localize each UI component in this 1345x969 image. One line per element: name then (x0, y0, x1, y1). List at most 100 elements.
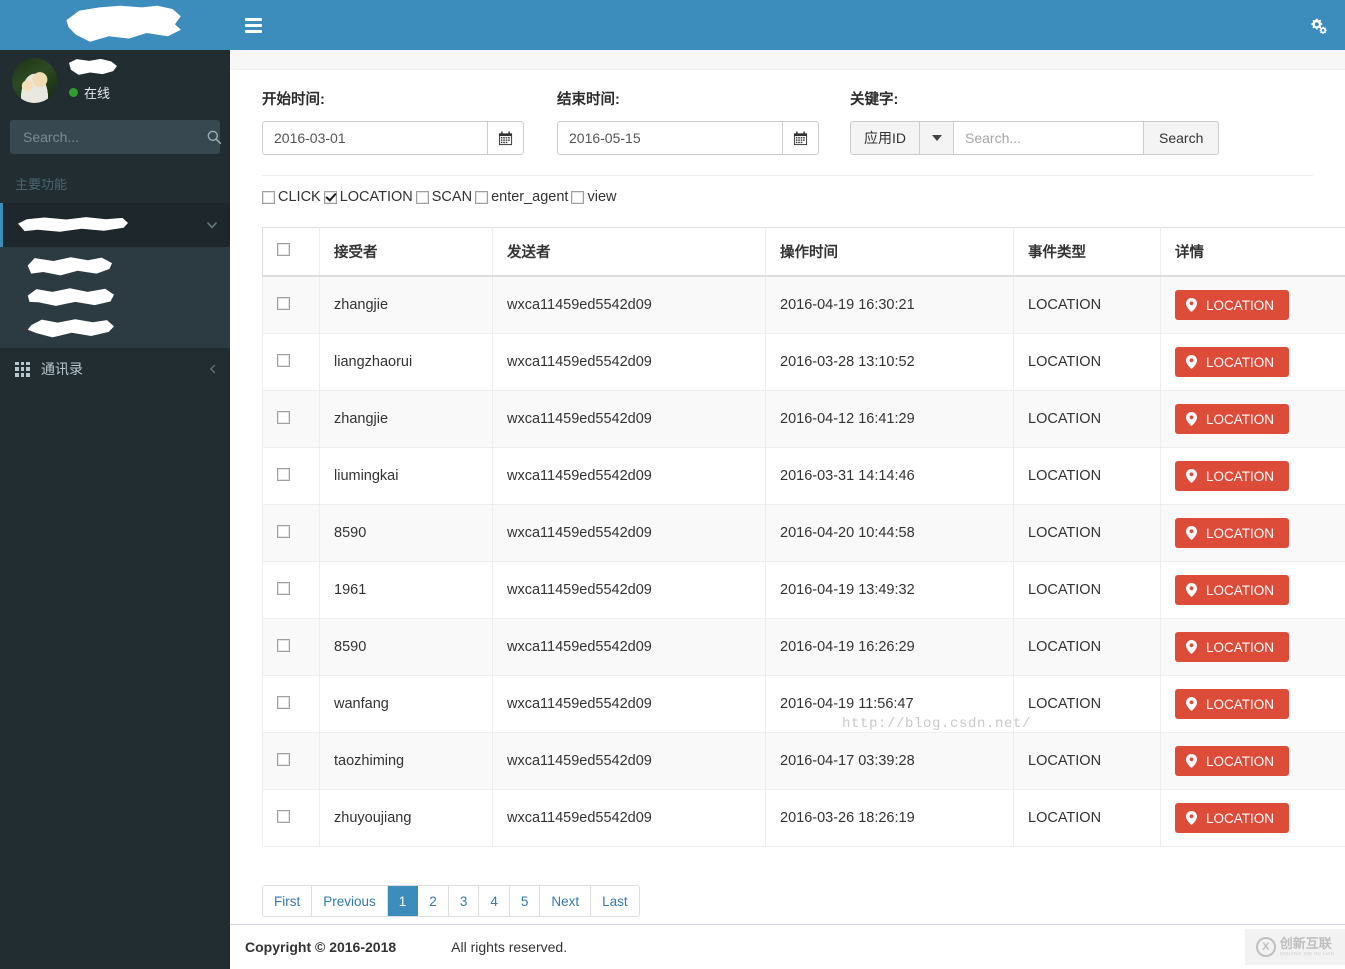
end-date-input[interactable] (557, 121, 782, 155)
pagination-page-3[interactable]: 3 (448, 886, 480, 916)
checkbox-scan[interactable] (415, 190, 429, 204)
pagination-next[interactable]: Next (540, 886, 592, 916)
chevron-left-icon[interactable] (208, 364, 218, 374)
location-detail-button[interactable]: LOCATION (1175, 347, 1290, 377)
checkbox-row[interactable] (277, 581, 290, 595)
checkbox-row[interactable] (277, 752, 290, 766)
cell-receiver: 1961 (319, 561, 493, 619)
keyword-label: 关键字: (850, 92, 899, 108)
pagination-last[interactable]: Last (591, 886, 639, 916)
checkbox-row[interactable] (277, 353, 290, 367)
location-detail-button[interactable]: LOCATION (1175, 575, 1290, 605)
checkbox-row[interactable] (277, 809, 290, 823)
table-row[interactable]: 8590 wxca11459ed5542d09 2016-04-19 16:26… (262, 618, 1345, 676)
user-panel: 在线 (0, 50, 230, 112)
checkbox-click[interactable] (262, 190, 275, 204)
sidebar-item-primary[interactable] (0, 203, 230, 247)
pagination-first[interactable]: First (263, 886, 313, 916)
pagination: First Previous 1 2 3 4 5 Next Last (262, 885, 640, 917)
checkbox-view[interactable] (571, 190, 585, 204)
sidebar-subitem-2[interactable] (0, 282, 230, 313)
search-button[interactable]: Search (1144, 121, 1220, 155)
chevron-down-icon[interactable] (206, 219, 218, 231)
checkbox-location[interactable] (323, 190, 337, 204)
end-date-calendar-button[interactable] (782, 121, 819, 155)
logo-redacted-mark (66, 5, 181, 42)
keyword-type-label[interactable]: 应用ID (850, 121, 920, 155)
keyword-type-dropdown-toggle[interactable] (920, 121, 954, 155)
checkbox-enter-agent[interactable] (475, 190, 489, 204)
table-row[interactable]: 8590 wxca11459ed5542d09 2016-04-20 10:44… (262, 504, 1345, 562)
table-row[interactable]: liumingkai wxca11459ed5542d09 2016-03-31… (262, 447, 1345, 505)
user-status-label: 在线 (84, 85, 111, 101)
cell-event-type: LOCATION (1013, 333, 1161, 391)
start-date-calendar-button[interactable] (487, 121, 524, 155)
sidebar-subitem-3[interactable] (0, 313, 230, 344)
location-detail-button[interactable]: LOCATION (1175, 689, 1290, 719)
event-type-scan[interactable]: SCAN (415, 189, 472, 205)
table-row[interactable]: zhuyoujiang wxca11459ed5542d09 2016-03-2… (262, 789, 1345, 847)
location-detail-button-label: LOCATION (1206, 810, 1275, 826)
table-row[interactable]: zhangjie wxca11459ed5542d09 2016-04-12 1… (262, 390, 1345, 448)
location-detail-button[interactable]: LOCATION (1175, 632, 1290, 662)
event-type-location-label: LOCATION (339, 189, 413, 205)
table-row[interactable]: zhangjie wxca11459ed5542d09 2016-04-19 1… (262, 276, 1345, 334)
sidebar-search-input[interactable] (21, 128, 206, 146)
column-header-detail: 详情 (1160, 227, 1345, 277)
pagination-page-4[interactable]: 4 (479, 886, 510, 916)
sidebar-subitem-1[interactable] (0, 251, 230, 282)
pagination-previous[interactable]: Previous (312, 886, 388, 916)
sidebar-search[interactable] (10, 120, 222, 154)
start-date-input[interactable] (262, 121, 487, 155)
location-detail-button[interactable]: LOCATION (1175, 404, 1290, 434)
sidebar-item-contacts[interactable]: 通讯录 (0, 348, 230, 390)
location-detail-button[interactable]: LOCATION (1175, 518, 1290, 548)
checkbox-row[interactable] (277, 524, 290, 538)
cell-event-type: LOCATION (1013, 390, 1161, 448)
checkbox-row[interactable] (277, 638, 290, 652)
end-time-group: 结束时间: (557, 88, 850, 155)
row-select-cell (262, 561, 320, 619)
end-time-input-group (557, 121, 850, 155)
location-detail-button[interactable]: LOCATION (1175, 803, 1290, 833)
table-row[interactable]: wanfang wxca11459ed5542d09 2016-04-19 11… (262, 675, 1345, 733)
event-type-view[interactable]: view (571, 189, 616, 205)
pagination-page-2[interactable]: 2 (418, 886, 449, 916)
sidebar-subitem-label-redacted (27, 319, 114, 338)
map-marker-icon (1186, 640, 1197, 654)
checkbox-select-all[interactable] (277, 243, 290, 256)
cell-detail: LOCATION (1160, 561, 1345, 619)
checkbox-row[interactable] (277, 467, 290, 481)
start-time-label: 开始时间: (262, 92, 325, 108)
events-table: 接受者 发送者 操作时间 事件类型 详情 zhangjie wxca11459e… (262, 227, 1345, 847)
event-type-location[interactable]: LOCATION (323, 189, 413, 205)
checkbox-row[interactable] (277, 410, 290, 424)
cell-event-type: LOCATION (1013, 504, 1161, 562)
event-type-enter-agent[interactable]: enter_agent (475, 189, 568, 205)
pagination-page-1[interactable]: 1 (387, 886, 419, 916)
pagination-page-5[interactable]: 5 (509, 886, 541, 916)
cell-event-type: LOCATION (1013, 447, 1161, 505)
sidebar-subitem-label-redacted (27, 257, 112, 276)
menu-toggle-icon[interactable] (245, 17, 262, 33)
cell-sender: wxca11459ed5542d09 (492, 789, 766, 847)
search-icon[interactable] (206, 129, 222, 145)
online-status-dot (69, 87, 78, 97)
cell-detail: LOCATION (1160, 675, 1345, 733)
event-type-click[interactable]: CLICK (262, 189, 321, 205)
table-row[interactable]: 1961 wxca11459ed5542d09 2016-04-19 13:49… (262, 561, 1345, 619)
table-row[interactable]: liangzhaorui wxca11459ed5542d09 2016-03-… (262, 333, 1345, 391)
cell-receiver: liangzhaorui (319, 333, 493, 391)
cell-event-type: LOCATION (1013, 276, 1161, 334)
cell-receiver: wanfang (319, 675, 493, 733)
sidebar-logo[interactable] (0, 0, 230, 50)
keyword-search-input[interactable] (954, 121, 1144, 155)
location-detail-button[interactable]: LOCATION (1175, 746, 1290, 776)
table-row[interactable]: taozhiming wxca11459ed5542d09 2016-04-17… (262, 732, 1345, 790)
checkbox-row[interactable] (277, 296, 290, 310)
map-marker-icon (1186, 298, 1197, 312)
checkbox-row[interactable] (277, 695, 290, 709)
location-detail-button[interactable]: LOCATION (1175, 461, 1290, 491)
location-detail-button[interactable]: LOCATION (1175, 290, 1290, 320)
cogs-icon[interactable] (1307, 15, 1327, 35)
